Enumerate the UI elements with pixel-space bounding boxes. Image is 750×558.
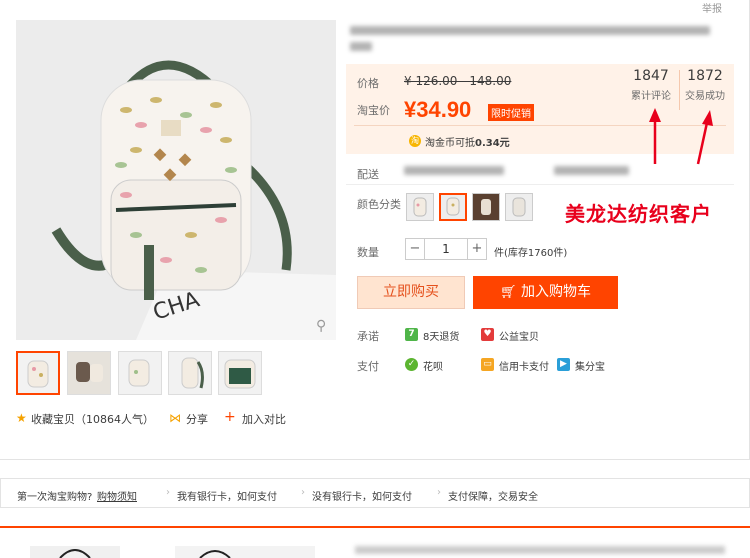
credit-card-text[interactable]: 信用卡支付	[499, 358, 549, 373]
favorite-link[interactable]: 收藏宝贝（10864人气）	[31, 411, 154, 427]
quantity-label: 数量	[357, 246, 379, 259]
review-count[interactable]: 1847	[626, 68, 676, 84]
divider	[346, 184, 734, 185]
promo-badge: 限时促销	[488, 104, 534, 121]
color-label: 颜色分类	[357, 198, 401, 211]
charity-text[interactable]: 公益宝贝	[499, 328, 539, 343]
payment-label: 支付	[357, 360, 379, 373]
first-time-text: 第一次淘宝购物?	[17, 492, 93, 503]
chevron-right-icon: ›	[301, 487, 305, 498]
sales-count-label: 交易成功	[685, 91, 725, 102]
annotation-arrows	[649, 108, 713, 165]
sales-count: 1872	[687, 68, 723, 84]
thumbnail-5[interactable]	[218, 351, 262, 395]
no-card-link[interactable]: 没有银行卡，如何支付	[312, 488, 412, 503]
star-icon: ★	[16, 411, 27, 425]
color-option-3[interactable]	[472, 193, 500, 221]
color-option-2[interactable]	[439, 193, 467, 221]
original-price: ¥ 126.00 - 148.00	[404, 74, 512, 88]
charity-icon: ♥	[481, 328, 494, 341]
coin-text: 淘金币可抵0.34元	[425, 138, 510, 149]
return-policy-text[interactable]: 8天退货	[423, 328, 459, 343]
report-link[interactable]: 举报	[702, 0, 722, 15]
taobao-price-label: 淘宝价	[357, 104, 390, 117]
next-section-preview	[0, 528, 750, 558]
product-title-obscured	[350, 20, 730, 51]
huabei-icon: ✓	[405, 358, 418, 371]
payment-guarantee-link[interactable]: 支付保障，交易安全	[448, 488, 538, 503]
main-product-image[interactable]: CHA	[16, 20, 336, 340]
stock-text: 件(库存1760件)	[494, 248, 568, 259]
return-icon: 7	[405, 328, 418, 341]
chevron-right-icon: ›	[166, 487, 170, 498]
shopping-guide-link[interactable]: 购物须知	[97, 488, 137, 503]
huabei-text[interactable]: 花呗	[423, 358, 443, 373]
jifenbao-text[interactable]: 集分宝	[575, 358, 605, 373]
quantity-input[interactable]: 1	[425, 238, 467, 260]
backpack-photo: CHA	[16, 20, 336, 340]
thumbnail-1[interactable]	[16, 351, 60, 395]
promise-label: 承诺	[357, 330, 379, 343]
annotation-text: 美龙达纺织客户	[565, 202, 712, 226]
color-option-1[interactable]	[406, 193, 434, 221]
share-icon: ⋈	[169, 411, 181, 425]
quantity-plus-button[interactable]: +	[467, 238, 487, 260]
add-to-cart-label: 加入购物车	[520, 284, 591, 300]
zoom-icon[interactable]: ⚲	[316, 318, 332, 334]
share-link[interactable]: 分享	[186, 411, 208, 427]
has-card-link[interactable]: 我有银行卡，如何支付	[177, 488, 277, 503]
current-price: ¥34.90	[404, 97, 472, 122]
shipping-info-obscured	[404, 163, 634, 177]
thumbnail-4[interactable]	[168, 351, 212, 395]
thumbnail-2[interactable]	[67, 351, 111, 395]
jifenbao-icon: ▶	[557, 358, 570, 371]
add-to-cart-button[interactable]: 🛒︎ 加入购物车	[473, 276, 618, 309]
buy-now-button[interactable]: 立即购买	[357, 276, 465, 309]
credit-card-icon: ▭	[481, 358, 494, 371]
thumbnail-3[interactable]	[118, 351, 162, 395]
chevron-right-icon: ›	[437, 487, 441, 498]
shopping-guide-bar: 第一次淘宝购物? 购物须知 › 我有银行卡，如何支付 › 没有银行卡，如何支付 …	[0, 478, 750, 508]
color-option-4[interactable]	[505, 193, 533, 221]
shipping-label: 配送	[357, 168, 379, 181]
plus-icon: +	[224, 409, 236, 425]
quantity-minus-button[interactable]: −	[405, 238, 425, 260]
cart-icon: 🛒︎	[500, 285, 517, 300]
review-count-label: 累计评论	[631, 91, 671, 102]
action-row: ★ 收藏宝贝（10864人气） ⋈ 分享 + 加入对比	[16, 409, 316, 427]
coin-icon: 淘	[409, 135, 421, 147]
compare-link[interactable]: 加入对比	[242, 411, 286, 427]
price-label: 价格	[357, 77, 379, 90]
